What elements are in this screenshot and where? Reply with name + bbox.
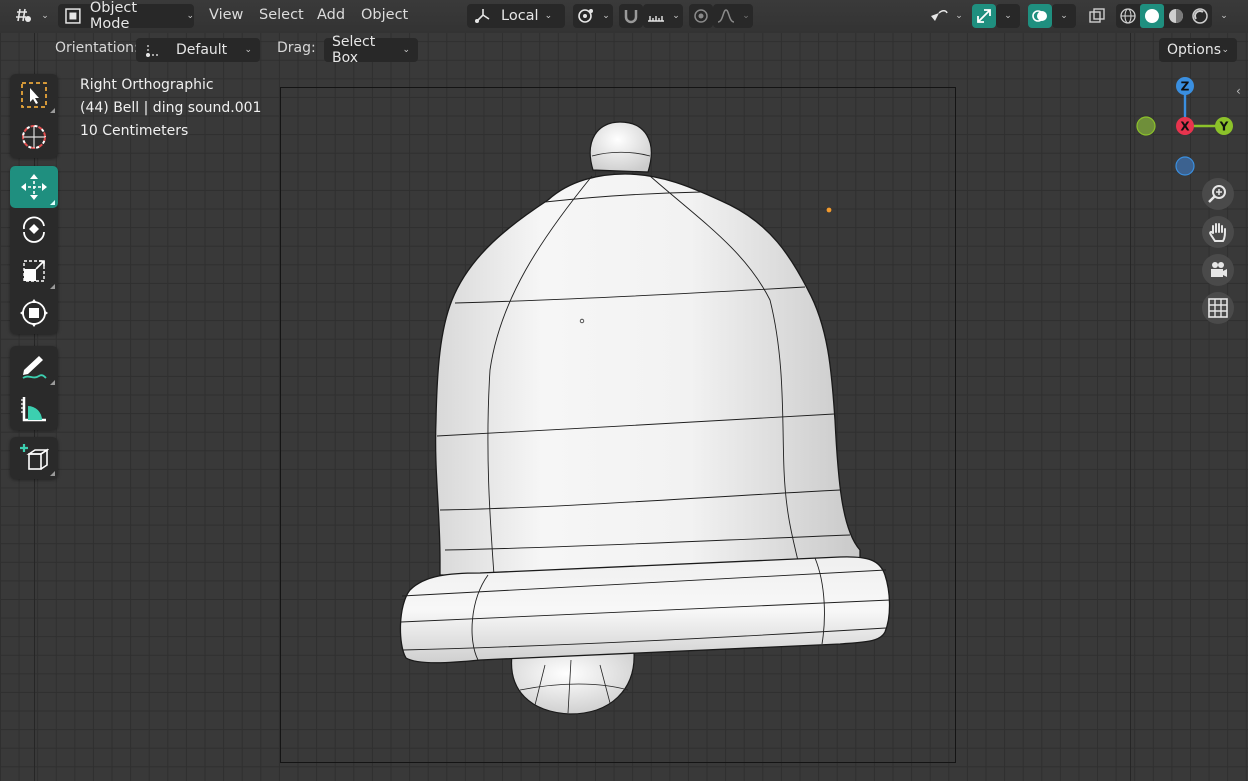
pan-button[interactable] xyxy=(1202,216,1234,248)
gizmo-y-label: Y xyxy=(1219,120,1229,134)
gizmo-z-label: Z xyxy=(1181,80,1190,94)
bell-top-knob xyxy=(589,121,652,173)
zoom-button[interactable] xyxy=(1202,178,1234,210)
bell-clapper xyxy=(510,651,635,715)
navigation-gizmo[interactable]: Z Y X xyxy=(1128,72,1240,180)
camera-icon xyxy=(1211,262,1227,277)
bell-model[interactable] xyxy=(0,0,1248,781)
gizmo-x-label: X xyxy=(1180,120,1190,134)
hand-icon xyxy=(1209,223,1226,242)
bell-rim xyxy=(399,556,891,664)
bell-body xyxy=(434,173,861,576)
gizmo-neg-y[interactable] xyxy=(1136,116,1156,136)
grid-icon xyxy=(1208,298,1228,318)
camera-view-button[interactable] xyxy=(1202,254,1234,286)
ortho-toggle-button[interactable] xyxy=(1202,292,1234,324)
gizmo-neg-z[interactable] xyxy=(1175,156,1195,176)
zoom-magnifier-icon xyxy=(1208,185,1226,203)
object-origin-dot xyxy=(826,207,832,213)
